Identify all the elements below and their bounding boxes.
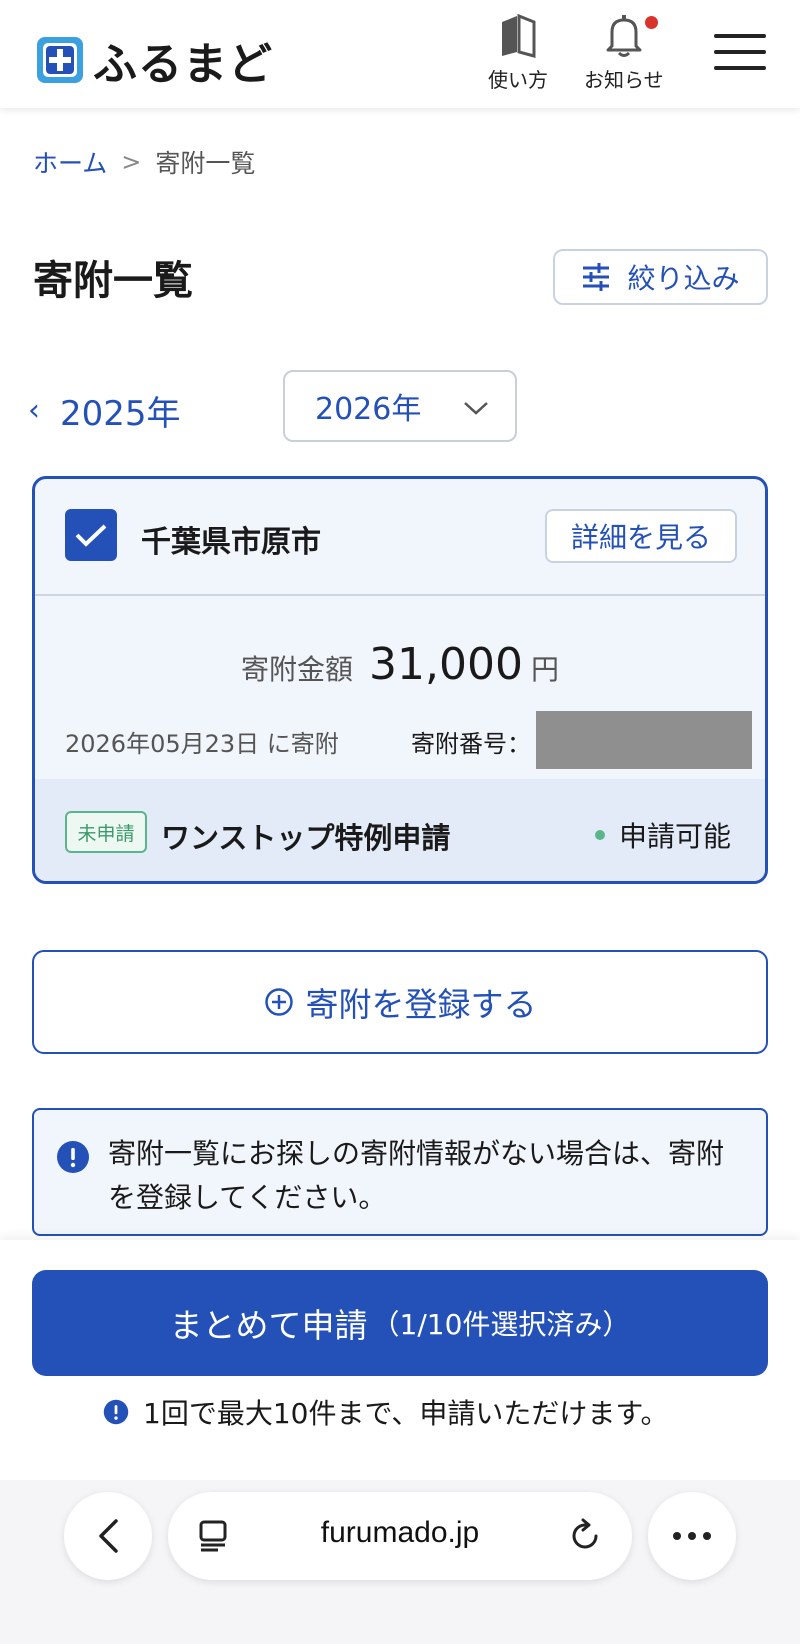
application-status: 申請可能 bbox=[595, 815, 731, 855]
municipality-name: 千葉県市原市 bbox=[141, 525, 321, 560]
logo-text: ふるまど bbox=[93, 39, 273, 90]
year-select[interactable]: 2026年 bbox=[283, 370, 517, 442]
bell-icon bbox=[606, 15, 642, 57]
status-badge: 未申請 bbox=[65, 811, 147, 853]
prev-year-label: 2025年 bbox=[60, 394, 181, 434]
info-message-box: 寄附一覧にお探しの寄附情報がない場合は、寄附を登録してください。 bbox=[32, 1108, 768, 1236]
guide-label: 使い方 bbox=[488, 68, 548, 92]
donation-amount: 寄附金額 31,000 円 bbox=[35, 639, 765, 690]
donation-number-label: 寄附番号： bbox=[411, 730, 531, 758]
breadcrumb-current: 寄附一覧 bbox=[155, 149, 256, 178]
register-donation-button[interactable]: 寄附を登録する bbox=[32, 950, 768, 1054]
prev-year-link[interactable]: ‹ 2025年 bbox=[28, 386, 181, 435]
check-icon bbox=[75, 524, 107, 547]
donation-checkbox[interactable] bbox=[65, 509, 117, 561]
amount-unit: 円 bbox=[530, 653, 559, 686]
book-icon bbox=[502, 14, 536, 58]
breadcrumb: ホーム > 寄附一覧 bbox=[33, 144, 255, 180]
filter-button[interactable]: 絞り込み bbox=[553, 249, 768, 305]
exclamation-circle-icon bbox=[57, 1141, 89, 1173]
application-title: ワンストップ特例申請 bbox=[161, 821, 451, 855]
donation-number-redacted bbox=[536, 711, 752, 769]
application-status-label: 申請可能 bbox=[619, 820, 732, 853]
ellipsis-icon bbox=[673, 1532, 711, 1540]
notification-dot bbox=[644, 16, 658, 29]
more-options-icon[interactable] bbox=[648, 1492, 736, 1580]
onestop-application-row: 未申請 ワンストップ特例申請 申請可能 bbox=[35, 779, 765, 881]
year-select-value: 2026年 bbox=[315, 392, 422, 427]
sliders-icon bbox=[583, 263, 610, 291]
browser-address-bar[interactable]: furumado.jp bbox=[168, 1492, 632, 1580]
donation-card-header: 千葉県市原市 詳細を見る bbox=[35, 479, 765, 596]
amount-value: 31,000 bbox=[369, 639, 523, 690]
info-message-text: 寄附一覧にお探しの寄附情報がない場合は、寄附を登録してください。 bbox=[108, 1137, 725, 1214]
status-dot-icon bbox=[595, 830, 605, 840]
chevron-left-icon: ‹ bbox=[28, 393, 40, 428]
amount-label: 寄附金額 bbox=[241, 653, 354, 686]
chevron-down-icon bbox=[464, 402, 488, 415]
browser-toolbar: furumado.jp bbox=[0, 1480, 800, 1644]
register-donation-label: 寄附を登録する bbox=[305, 985, 537, 1024]
plus-circle-icon bbox=[264, 988, 293, 1016]
guide-button[interactable]: 使い方 bbox=[488, 14, 548, 93]
browser-url: furumado.jp bbox=[320, 1516, 480, 1549]
bulk-apply-count: （1/10件選択済み） bbox=[371, 1308, 631, 1341]
notice-label: お知らせ bbox=[584, 68, 664, 92]
donation-card: 千葉県市原市 詳細を見る 寄附金額 31,000 円 2026年05月23日 に… bbox=[32, 476, 768, 884]
app-header: ふるまど 使い方 お知らせ bbox=[0, 0, 800, 108]
limit-note-text: 1回で最大10件まで、申請いただけます。 bbox=[143, 1397, 669, 1430]
chevron-left-icon bbox=[99, 1519, 118, 1553]
filter-label: 絞り込み bbox=[627, 262, 740, 295]
notice-button[interactable]: お知らせ bbox=[584, 14, 664, 93]
bulk-apply-label: まとめて申請 bbox=[169, 1306, 368, 1345]
exclamation-circle-icon bbox=[103, 1399, 129, 1425]
chevron-right-icon: > bbox=[121, 148, 142, 176]
limit-note: 1回で最大10件まで、申請いただけます。 bbox=[103, 1392, 669, 1432]
hamburger-menu-icon[interactable] bbox=[714, 34, 766, 74]
page-title: 寄附一覧 bbox=[33, 258, 193, 304]
view-detail-button[interactable]: 詳細を見る bbox=[545, 509, 737, 563]
bulk-apply-button[interactable]: まとめて申請 （1/10件選択済み） bbox=[32, 1270, 768, 1376]
donation-date: 2026年05月23日 に寄附 bbox=[65, 730, 339, 758]
browser-back-button[interactable] bbox=[64, 1492, 152, 1580]
logo-icon bbox=[37, 37, 83, 83]
breadcrumb-home-link[interactable]: ホーム bbox=[33, 144, 107, 180]
logo[interactable]: ふるまど bbox=[35, 28, 273, 92]
reload-icon[interactable] bbox=[570, 1518, 602, 1552]
